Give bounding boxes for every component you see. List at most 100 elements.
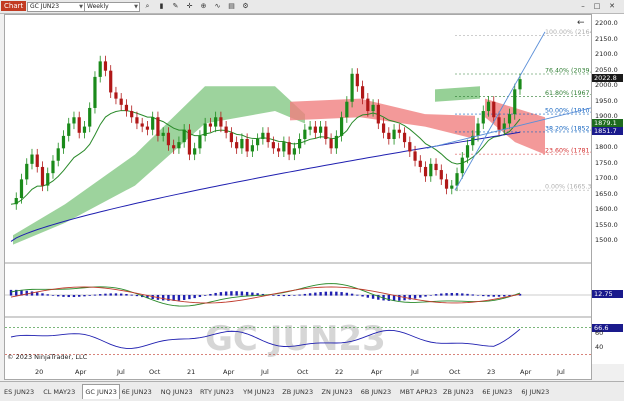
- candle-body: [444, 179, 449, 189]
- instrument-tab[interactable]: 6B JUN23: [361, 386, 391, 398]
- macd-histogram-bar: [62, 295, 65, 297]
- date-tick-label: Apr: [520, 368, 532, 376]
- candle-body: [187, 129, 192, 155]
- candle-body: [130, 111, 134, 118]
- instrument-tab[interactable]: ES JUN23: [4, 386, 34, 398]
- instrument-tab[interactable]: CL MAY23: [43, 386, 75, 398]
- search-icon[interactable]: ⌕: [143, 2, 152, 11]
- macd-histogram-bar: [125, 294, 128, 296]
- copyright-text: © 2023 NinjaTrader, LLC: [7, 353, 88, 361]
- candle-body: [46, 173, 50, 186]
- macd-histogram-bar: [9, 289, 13, 296]
- zoom-icon[interactable]: ⊕: [199, 2, 208, 11]
- macd-histogram-bar: [319, 292, 322, 296]
- macd-histogram-bar: [340, 292, 343, 296]
- candle-body: [40, 166, 45, 186]
- macd-histogram-bar: [329, 291, 333, 296]
- candle-body: [413, 151, 417, 161]
- candle-body: [318, 126, 323, 133]
- crosshair-icon[interactable]: ✛: [185, 2, 194, 11]
- instrument-tab[interactable]: 6E JUN23: [482, 386, 512, 398]
- macd-histogram-bar: [109, 293, 112, 296]
- candle-body: [161, 132, 165, 136]
- close-icon[interactable]: ✕: [607, 1, 617, 11]
- candle-body: [214, 117, 218, 127]
- maximize-icon[interactable]: □: [592, 1, 602, 11]
- date-tick-label: Jul: [557, 368, 565, 376]
- macd-histogram-bar: [67, 295, 70, 298]
- macd-histogram-bar: [235, 291, 238, 296]
- candle-body: [350, 73, 354, 102]
- macd-histogram-bar: [198, 295, 202, 297]
- date-axis[interactable]: 20 Apr Jul Oct 21 Apr Jul Oct 22 Apr Jul Oct 23 Apr Ju…: [4, 364, 592, 380]
- macd-histogram-bar: [345, 292, 349, 296]
- candle-body: [14, 198, 18, 205]
- candle-body: [61, 135, 66, 149]
- macd-histogram-bar: [424, 295, 427, 297]
- date-tick-label: 20: [35, 368, 44, 376]
- period-selector[interactable]: Weekly ▼: [84, 2, 140, 12]
- macd-histogram-bar: [293, 295, 296, 296]
- fib-label: 0.00% (1665.3): [545, 184, 591, 191]
- instrument-tab[interactable]: GC JUN23: [82, 384, 120, 399]
- chart-canvas[interactable]: GC JUN23 100.00% (2164.76.40% (2039.361.…: [5, 15, 596, 365]
- draw-tools-icon[interactable]: ✎: [171, 2, 180, 11]
- macd-histogram-bar: [356, 294, 359, 296]
- candle-body: [56, 148, 60, 161]
- macd-histogram-bar: [335, 291, 338, 296]
- candle-body: [492, 101, 496, 118]
- properties-icon[interactable]: ⚙: [241, 2, 250, 11]
- date-tick-label: Oct: [149, 368, 161, 376]
- candle-body: [381, 123, 386, 133]
- candle-body: [345, 101, 349, 118]
- macd-histogram-bar: [445, 293, 448, 296]
- instrument-tab[interactable]: 6E JUN23: [122, 386, 152, 398]
- candle-body: [282, 142, 286, 152]
- date-tick-label: 23: [487, 368, 496, 376]
- macd-histogram-bar: [308, 293, 312, 296]
- candle-body: [93, 76, 97, 108]
- fib-label: 76.40% (2039.3: [545, 68, 591, 75]
- macd-histogram-bar: [88, 295, 91, 296]
- instrument-tab[interactable]: YM JUN23: [243, 386, 274, 398]
- rsi-tick-label: 60: [595, 329, 604, 338]
- macd-histogram-bar: [104, 293, 107, 296]
- price-tick-label: 1950.0: [595, 96, 618, 105]
- instrument-tab[interactable]: MBT APR23: [400, 386, 437, 398]
- candle-body: [497, 117, 501, 130]
- price-axis[interactable]: 2200.0 2150.0 2100.0 2050.0 2000.0 1950.0 1900…: [591, 14, 624, 364]
- instrument-tab[interactable]: ZB JUN23: [282, 386, 313, 398]
- candle-body: [250, 145, 254, 152]
- candle-body: [109, 70, 113, 93]
- instrument-tab[interactable]: ZB JUN23: [443, 386, 474, 398]
- macd-histogram-bar: [303, 293, 307, 296]
- strategies-icon[interactable]: ▤: [227, 2, 236, 11]
- scroll-left-arrow-icon[interactable]: ←: [577, 18, 585, 28]
- candle-body: [193, 148, 197, 155]
- instrument-tab[interactable]: NQ JUN23: [161, 386, 193, 398]
- macd-histogram-bar: [36, 292, 39, 296]
- price-tick-label: 1800.0: [595, 143, 618, 152]
- instrument-tab[interactable]: ZN JUN23: [322, 386, 353, 398]
- candle-body: [229, 132, 233, 143]
- candle-body: [339, 117, 344, 136]
- macd-histogram-bar: [214, 292, 217, 296]
- chart-tag[interactable]: Chart: [1, 1, 27, 11]
- macd-histogram-bar: [251, 292, 254, 296]
- candle-body: [245, 139, 249, 152]
- chart-plot-area[interactable]: GC JUN23 100.00% (2164. 76.40% (2039.3 61.…: [4, 14, 596, 366]
- candle-body: [303, 129, 307, 139]
- bar-style-icon[interactable]: ▮: [157, 2, 166, 11]
- indicators-icon[interactable]: ∿: [213, 2, 222, 11]
- fib-trend-line[interactable]: [454, 31, 546, 191]
- instrument-selector[interactable]: GC JUN23 ▼: [27, 2, 85, 12]
- instrument-tab[interactable]: RTY JUN23: [200, 386, 234, 398]
- instrument-tab[interactable]: 6J JUN23: [521, 386, 549, 398]
- date-tick-label: Jul: [117, 368, 125, 376]
- candle-body: [135, 117, 139, 124]
- candle-body: [224, 126, 228, 133]
- minimize-icon[interactable]: –: [578, 1, 588, 11]
- macd-histogram-bar: [282, 295, 286, 297]
- macd-histogram-bar: [487, 295, 490, 297]
- candle-body: [182, 129, 186, 143]
